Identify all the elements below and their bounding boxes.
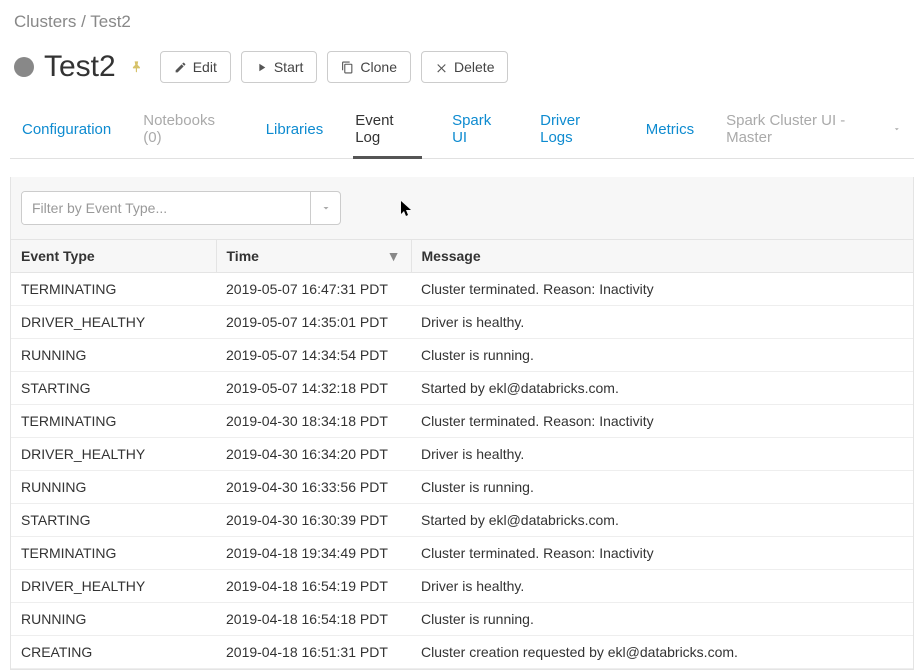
table-row[interactable]: DRIVER_HEALTHY2019-04-18 16:54:19 PDTDri…	[11, 570, 913, 603]
breadcrumb-root[interactable]: Clusters	[14, 12, 76, 31]
pencil-icon	[174, 61, 187, 74]
cell-event-type: TERMINATING	[11, 537, 216, 570]
cell-event-type: DRIVER_HEALTHY	[11, 570, 216, 603]
breadcrumb-sep: /	[76, 12, 90, 31]
table-row[interactable]: RUNNING2019-04-30 16:33:56 PDTCluster is…	[11, 471, 913, 504]
cell-message: Cluster is running.	[411, 471, 913, 504]
tab-event-log[interactable]: Event Log	[353, 104, 422, 159]
event-log-panel: Event Type Time ▼ Message TERMINATING201…	[10, 177, 914, 670]
table-row[interactable]: DRIVER_HEALTHY2019-05-07 14:35:01 PDTDri…	[11, 306, 913, 339]
cell-event-type: RUNNING	[11, 471, 216, 504]
table-row[interactable]: STARTING2019-04-30 16:30:39 PDTStarted b…	[11, 504, 913, 537]
table-row[interactable]: RUNNING2019-05-07 14:34:54 PDTCluster is…	[11, 339, 913, 372]
col-event-type[interactable]: Event Type	[11, 240, 216, 273]
filter-dropdown-toggle[interactable]	[310, 192, 340, 224]
mouse-cursor-icon	[401, 201, 413, 220]
edit-button[interactable]: Edit	[160, 51, 231, 83]
table-row[interactable]: TERMINATING2019-05-07 16:47:31 PDTCluste…	[11, 273, 913, 306]
cell-message: Cluster is running.	[411, 339, 913, 372]
title-row: Test2 Edit Start Clone Delete	[14, 50, 914, 84]
delete-label: Delete	[454, 59, 494, 75]
cell-event-type: STARTING	[11, 372, 216, 405]
delete-button[interactable]: Delete	[421, 51, 508, 83]
event-log-table: Event Type Time ▼ Message TERMINATING201…	[11, 240, 913, 669]
cell-event-type: RUNNING	[11, 603, 216, 636]
tab-driver-logs[interactable]: Driver Logs	[538, 104, 616, 159]
cell-message: Cluster terminated. Reason: Inactivity	[411, 405, 913, 438]
pin-icon[interactable]	[130, 59, 144, 76]
tab-metrics[interactable]: Metrics	[644, 113, 696, 151]
start-button[interactable]: Start	[241, 51, 318, 83]
cell-message: Cluster is running.	[411, 603, 913, 636]
clone-button[interactable]: Clone	[327, 51, 411, 83]
cell-message: Started by ekl@databricks.com.	[411, 372, 913, 405]
cell-time: 2019-04-18 16:51:31 PDT	[216, 636, 411, 669]
table-row[interactable]: DRIVER_HEALTHY2019-04-30 16:34:20 PDTDri…	[11, 438, 913, 471]
play-icon	[255, 61, 268, 74]
cell-time: 2019-04-18 16:54:19 PDT	[216, 570, 411, 603]
cell-message: Driver is healthy.	[411, 306, 913, 339]
clone-label: Clone	[360, 59, 397, 75]
start-label: Start	[274, 59, 304, 75]
cell-event-type: RUNNING	[11, 339, 216, 372]
cell-time: 2019-05-07 14:35:01 PDT	[216, 306, 411, 339]
tab-notebooks[interactable]: Notebooks (0)	[141, 104, 235, 159]
tab-libraries[interactable]: Libraries	[264, 113, 326, 151]
cell-time: 2019-04-30 16:33:56 PDT	[216, 471, 411, 504]
filter-input[interactable]	[22, 192, 310, 224]
col-time[interactable]: Time ▼	[216, 240, 411, 273]
cell-message: Driver is healthy.	[411, 570, 913, 603]
cell-time: 2019-05-07 16:47:31 PDT	[216, 273, 411, 306]
table-row[interactable]: CREATING2019-04-18 16:51:31 PDTCluster c…	[11, 636, 913, 669]
cell-message: Cluster terminated. Reason: Inactivity	[411, 273, 913, 306]
cell-event-type: DRIVER_HEALTHY	[11, 438, 216, 471]
cell-time: 2019-04-30 18:34:18 PDT	[216, 405, 411, 438]
cluster-status-dot-icon	[14, 57, 34, 77]
panel-toolbar	[11, 177, 913, 240]
cell-time: 2019-05-07 14:32:18 PDT	[216, 372, 411, 405]
cell-event-type: DRIVER_HEALTHY	[11, 306, 216, 339]
cell-message: Cluster creation requested by ekl@databr…	[411, 636, 913, 669]
cell-message: Driver is healthy.	[411, 438, 913, 471]
tab-spark-cluster-ui[interactable]: Spark Cluster UI - Master	[724, 104, 904, 159]
col-event-type-label: Event Type	[21, 248, 95, 264]
tab-spark-ui[interactable]: Spark UI	[450, 104, 510, 159]
cell-time: 2019-04-18 16:54:18 PDT	[216, 603, 411, 636]
cell-event-type: TERMINATING	[11, 273, 216, 306]
filter-event-type[interactable]	[21, 191, 341, 225]
cell-event-type: CREATING	[11, 636, 216, 669]
cell-message: Started by ekl@databricks.com.	[411, 504, 913, 537]
cell-time: 2019-05-07 14:34:54 PDT	[216, 339, 411, 372]
tabs: Configuration Notebooks (0) Libraries Ev…	[10, 104, 914, 159]
table-row[interactable]: TERMINATING2019-04-30 18:34:18 PDTCluste…	[11, 405, 913, 438]
cell-event-type: TERMINATING	[11, 405, 216, 438]
edit-label: Edit	[193, 59, 217, 75]
chevron-down-icon	[320, 202, 332, 214]
cell-time: 2019-04-18 19:34:49 PDT	[216, 537, 411, 570]
sort-desc-icon: ▼	[387, 248, 401, 264]
cell-time: 2019-04-30 16:30:39 PDT	[216, 504, 411, 537]
close-icon	[435, 61, 448, 74]
col-message-label: Message	[422, 248, 481, 264]
clone-icon	[341, 61, 354, 74]
col-time-label: Time	[227, 248, 259, 264]
breadcrumb-current: Test2	[90, 12, 131, 31]
col-message[interactable]: Message	[411, 240, 913, 273]
table-row[interactable]: RUNNING2019-04-18 16:54:18 PDTCluster is…	[11, 603, 913, 636]
tab-configuration[interactable]: Configuration	[20, 113, 113, 151]
cell-event-type: STARTING	[11, 504, 216, 537]
table-row[interactable]: TERMINATING2019-04-18 19:34:49 PDTCluste…	[11, 537, 913, 570]
caret-down-icon	[892, 124, 902, 134]
cell-time: 2019-04-30 16:34:20 PDT	[216, 438, 411, 471]
table-row[interactable]: STARTING2019-05-07 14:32:18 PDTStarted b…	[11, 372, 913, 405]
cell-message: Cluster terminated. Reason: Inactivity	[411, 537, 913, 570]
tab-spark-cluster-ui-label: Spark Cluster UI - Master	[726, 112, 888, 146]
breadcrumb: Clusters / Test2	[14, 12, 914, 32]
cluster-name: Test2	[44, 50, 116, 84]
